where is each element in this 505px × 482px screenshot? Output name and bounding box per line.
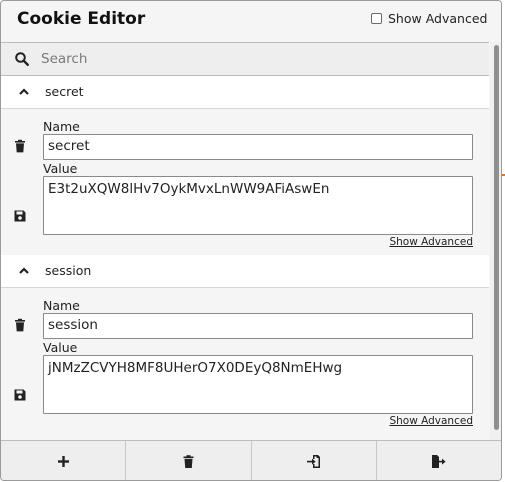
cookie-name-field[interactable]: session — [43, 313, 473, 339]
header: Cookie Editor Show Advanced — [1, 1, 501, 42]
delete-all-button[interactable] — [126, 441, 252, 480]
cookie-body-secret: Name secret Value E3t2uXQW8lHv7OykMvxLnW… — [1, 109, 489, 255]
export-icon — [432, 454, 446, 468]
name-label: Name — [43, 119, 80, 134]
show-advanced-label: Show Advanced — [388, 11, 488, 26]
cookie-value-field[interactable]: jNMzZCVYH8MF8UHerO7X0DEyQ8NmEHwg — [43, 355, 473, 414]
cookie-value-field[interactable]: E3t2uXQW8lHv7OykMvxLnWW9AFiAswEn — [43, 176, 473, 235]
floppy-disk-icon[interactable] — [13, 209, 27, 223]
cookie-editor-panel: Cookie Editor Show Advanced secret — [0, 0, 502, 481]
cookie-name-label: session — [45, 263, 92, 278]
value-label: Value — [43, 161, 78, 176]
cookie-header-session[interactable]: session — [1, 255, 489, 288]
plus-icon — [57, 455, 69, 467]
cookie-header-secret[interactable]: secret — [1, 76, 489, 109]
search-bar — [1, 42, 489, 76]
import-icon — [307, 454, 321, 468]
page-title: Cookie Editor — [17, 9, 146, 29]
show-advanced-link[interactable]: Show Advanced — [389, 236, 473, 248]
trash-icon — [183, 454, 194, 468]
trash-icon[interactable] — [13, 139, 27, 153]
cookie-list[interactable]: secret Name secret Value E3t2uXQW8lHv7Oy… — [1, 42, 490, 440]
show-advanced-checkbox[interactable] — [371, 13, 382, 24]
search-icon — [15, 52, 30, 67]
cookie-name-label: secret — [45, 84, 84, 99]
import-button[interactable] — [252, 441, 377, 480]
chevron-up-icon[interactable] — [17, 265, 31, 277]
value-label: Value — [43, 340, 78, 355]
footer-toolbar — [1, 440, 501, 480]
cookie-name-field[interactable]: secret — [43, 134, 473, 160]
cookie-body-session: Name session Value jNMzZCVYH8MF8UHerO7X0… — [1, 288, 489, 440]
scrollbar-thumb[interactable] — [494, 45, 499, 430]
floppy-disk-icon[interactable] — [13, 388, 27, 402]
trash-icon[interactable] — [13, 318, 27, 332]
export-button[interactable] — [377, 441, 501, 480]
chevron-up-icon[interactable] — [17, 86, 31, 98]
search-input[interactable] — [41, 47, 471, 71]
show-advanced-toggle[interactable]: Show Advanced — [371, 11, 487, 26]
add-cookie-button[interactable] — [1, 441, 127, 480]
show-advanced-link[interactable]: Show Advanced — [389, 415, 473, 427]
name-label: Name — [43, 298, 80, 313]
